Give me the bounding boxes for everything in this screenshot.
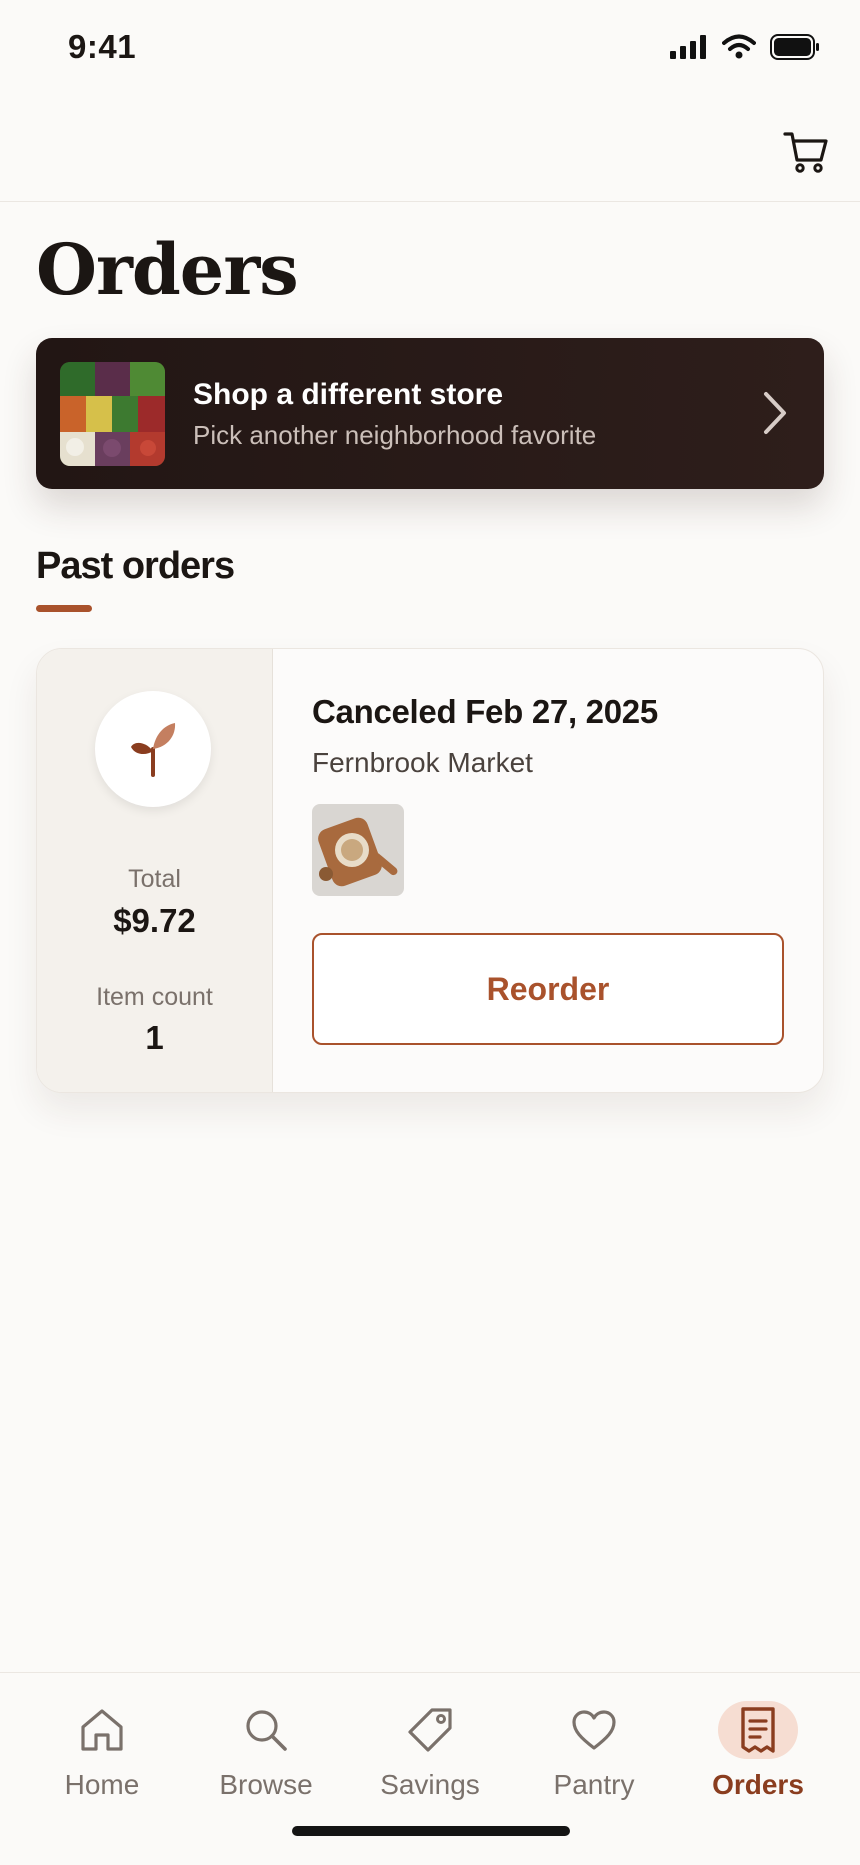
store-banner-title: Shop a different store [193,378,504,411]
page-title: Orders [36,228,299,311]
chevron-right-icon [764,392,786,434]
order-store-name: Fernbrook Market [312,747,533,778]
store-banner-subtitle: Pick another neighborhood favorite [193,420,597,450]
home-indicator [292,1826,570,1836]
store-logo [95,691,211,807]
tab-orders[interactable]: Orders [683,1673,833,1813]
tab-orders-label: Orders [712,1769,804,1800]
cart-button[interactable] [778,124,834,180]
tab-home-label: Home [64,1769,140,1800]
signal-icon [670,35,706,59]
shop-different-store-banner[interactable]: Shop a different store Pick another neig… [36,338,824,489]
wifi-icon [722,34,756,59]
item-count-value: 1 [145,1019,164,1056]
status-bar: 9:41 [0,0,860,100]
reorder-button[interactable]: Reorder [312,933,784,1045]
past-orders-heading: Past orders [36,545,235,587]
heart-icon [572,1710,616,1750]
section-underline [36,605,92,612]
cart-icon [783,132,828,173]
battery-icon [770,34,819,60]
receipt-icon [741,1707,775,1753]
home-icon [81,1709,123,1751]
tag-icon [408,1708,452,1752]
produce-thumbnail [60,362,165,466]
tab-pantry[interactable]: Pantry [519,1673,669,1813]
tab-bar: Home Browse Savings Pantry Orders [0,1672,860,1865]
sprout-icon [131,723,176,777]
item-thumbnail [312,804,404,896]
tab-home[interactable]: Home [27,1673,177,1813]
order-summary-panel: Total $9.72 Item count 1 [37,649,273,1092]
status-time: 9:41 [68,28,137,65]
tab-browse[interactable]: Browse [191,1673,341,1813]
top-bar [0,100,860,202]
tab-savings-label: Savings [380,1769,480,1800]
tab-browse-label: Browse [219,1769,313,1800]
order-status: Canceled Feb 27, 2025 [312,693,658,730]
item-count-label: Item count [96,983,213,1011]
tab-savings[interactable]: Savings [355,1673,505,1813]
search-icon [246,1710,287,1751]
tab-pantry-label: Pantry [553,1769,635,1800]
order-total: $9.72 [113,902,196,939]
status-icons [670,34,820,60]
total-label: Total [128,865,181,893]
order-card[interactable]: Total $9.72 Item count 1 Canceled Feb 27… [36,648,824,1093]
